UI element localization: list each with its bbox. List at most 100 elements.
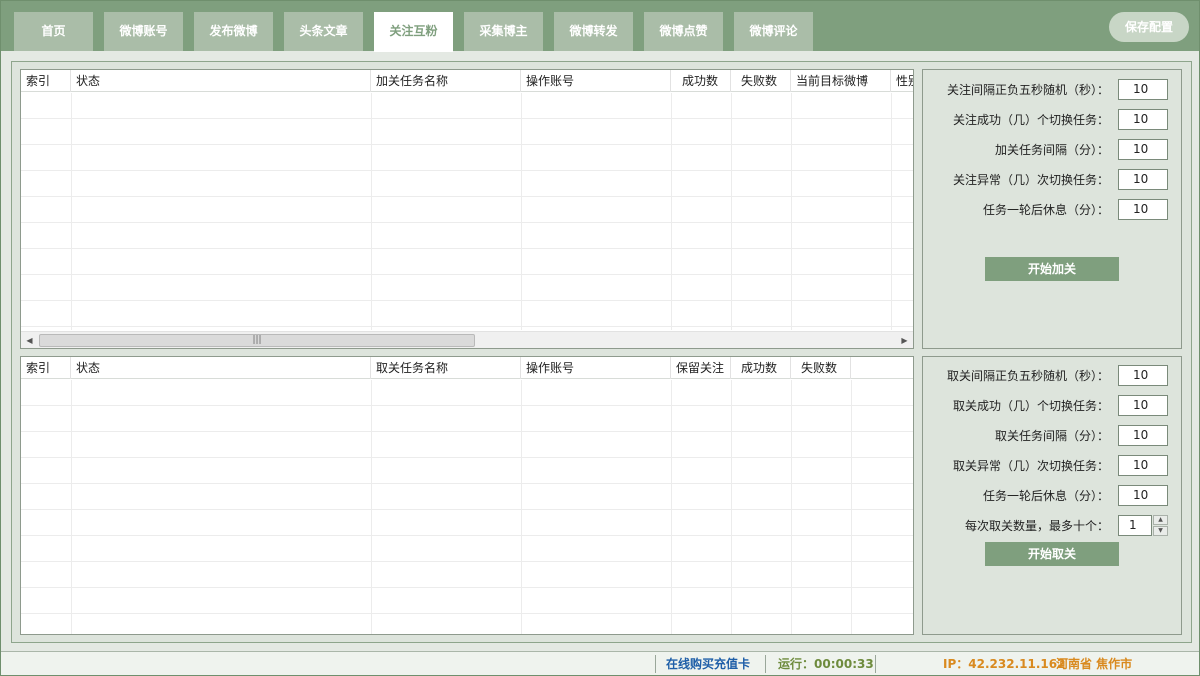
- column-header[interactable]: 保留关注: [671, 357, 731, 379]
- table-row[interactable]: [21, 588, 913, 614]
- field-label: 关注间隔正负五秒随机（秒）：: [946, 83, 1109, 97]
- column-header[interactable]: 操作账号: [521, 357, 671, 379]
- form-row: 取关间隔正负五秒随机（秒）： 10: [923, 365, 1181, 387]
- field-label: 关注成功（几）个切换任务：: [952, 113, 1109, 127]
- column-header[interactable]: 性别: [891, 70, 913, 92]
- column-header[interactable]: 状态: [71, 357, 371, 379]
- field-label: 取关成功（几）个切换任务：: [952, 399, 1109, 413]
- unfollow-settings-panel: 取关间隔正负五秒随机（秒）： 10 取关成功（几）个切换任务： 10 取关任务间…: [922, 356, 1182, 635]
- unfollow-success-switch-input[interactable]: 10: [1118, 395, 1168, 416]
- runtime-label: 运行：00:00:33: [778, 657, 874, 671]
- form-row: 任务一轮后休息（分）： 10: [923, 485, 1181, 507]
- table-row[interactable]: [21, 562, 913, 588]
- unfollow-rest-input[interactable]: 10: [1118, 485, 1168, 506]
- table-row[interactable]: [21, 93, 913, 119]
- column-header[interactable]: 成功数: [671, 70, 731, 92]
- app-window: 首页 微博账号 发布微博 头条文章 关注互粉 采集博主 微博转发 微博点赞 微博…: [0, 0, 1200, 676]
- buy-recharge-card-link[interactable]: 在线购买充值卡: [666, 652, 750, 676]
- table-row[interactable]: [21, 119, 913, 145]
- tab-publish-weibo[interactable]: 发布微博: [194, 12, 273, 51]
- column-header[interactable]: 状态: [71, 70, 371, 92]
- unfollow-grid-header: 索引 状态 取关任务名称 操作账号 保留关注 成功数 失败数: [21, 357, 913, 379]
- unfollow-task-interval-input[interactable]: 10: [1118, 425, 1168, 446]
- table-row[interactable]: [21, 458, 913, 484]
- follow-task-interval-input[interactable]: 10: [1118, 139, 1168, 160]
- column-header[interactable]: 索引: [21, 357, 71, 379]
- form-row: 取关成功（几）个切换任务： 10: [923, 395, 1181, 417]
- status-bar: 在线购买充值卡 运行：00:00:33 IP：42.232.11.162 河南省…: [1, 651, 1199, 675]
- start-follow-button[interactable]: 开始加关: [985, 257, 1119, 281]
- tab-follow-mutual[interactable]: 关注互粉: [374, 12, 453, 52]
- table-row[interactable]: [21, 275, 913, 301]
- tab-bar: 首页 微博账号 发布微博 头条文章 关注互粉 采集博主 微博转发 微博点赞 微博…: [1, 1, 1199, 52]
- column-header[interactable]: 取关任务名称: [371, 357, 521, 379]
- content-area: 索引 状态 加关任务名称 操作账号 成功数 失败数 当前目标微博 性别: [11, 61, 1192, 643]
- column-header[interactable]: 失败数: [731, 70, 791, 92]
- table-row[interactable]: [21, 145, 913, 171]
- table-row[interactable]: [21, 171, 913, 197]
- table-row[interactable]: [21, 380, 913, 406]
- table-row[interactable]: [21, 484, 913, 510]
- stepper-buttons: ▲ ▼: [1153, 515, 1168, 536]
- column-header[interactable]: 操作账号: [521, 70, 671, 92]
- tab-weibo-like[interactable]: 微博点赞: [644, 12, 723, 51]
- unfollow-count-stepper[interactable]: 1: [1118, 515, 1152, 536]
- field-label: 加关任务间隔（分）：: [994, 143, 1109, 157]
- field-label: 取关异常（几）次切换任务：: [952, 459, 1109, 473]
- column-header[interactable]: 失败数: [791, 357, 851, 379]
- tab-weibo-repost[interactable]: 微博转发: [554, 12, 633, 51]
- start-unfollow-button[interactable]: 开始取关: [985, 542, 1119, 566]
- follow-interval-input[interactable]: 10: [1118, 79, 1168, 100]
- form-row: 关注间隔正负五秒随机（秒）： 10: [923, 79, 1181, 101]
- tab-headline-articles[interactable]: 头条文章: [284, 12, 363, 51]
- horizontal-scrollbar[interactable]: ◀ ||| ▶: [21, 331, 913, 348]
- form-row: 任务一轮后休息（分）： 10: [923, 199, 1181, 221]
- stepper-down-icon[interactable]: ▼: [1153, 526, 1168, 536]
- ip-location: 河南省 焦作市: [1056, 657, 1133, 671]
- table-row[interactable]: [21, 510, 913, 536]
- follow-settings-panel: 关注间隔正负五秒随机（秒）： 10 关注成功（几）个切换任务： 10 加关任务间…: [922, 69, 1182, 349]
- table-row[interactable]: [21, 406, 913, 432]
- status-separator: [655, 655, 656, 673]
- follow-rest-input[interactable]: 10: [1118, 199, 1168, 220]
- table-row[interactable]: [21, 614, 913, 634]
- tab-weibo-comment[interactable]: 微博评论: [734, 12, 813, 51]
- follow-error-switch-input[interactable]: 10: [1118, 169, 1168, 190]
- table-row[interactable]: [21, 197, 913, 223]
- unfollow-error-switch-input[interactable]: 10: [1118, 455, 1168, 476]
- tab-home[interactable]: 首页: [14, 12, 93, 51]
- status-separator: [875, 655, 876, 673]
- column-header[interactable]: 加关任务名称: [371, 70, 521, 92]
- tab-weibo-accounts[interactable]: 微博账号: [104, 12, 183, 51]
- table-row[interactable]: [21, 223, 913, 249]
- form-row: 关注异常（几）次切换任务： 10: [923, 169, 1181, 191]
- scroll-right-icon[interactable]: ▶: [896, 332, 913, 348]
- form-row: 取关异常（几）次切换任务： 10: [923, 455, 1181, 477]
- unfollow-task-grid[interactable]: 索引 状态 取关任务名称 操作账号 保留关注 成功数 失败数: [20, 356, 914, 635]
- scroll-left-icon[interactable]: ◀: [21, 332, 38, 348]
- form-row: 取关任务间隔（分）： 10: [923, 425, 1181, 447]
- save-config-button[interactable]: 保存配置: [1109, 12, 1189, 42]
- table-row[interactable]: [21, 432, 913, 458]
- status-separator: [765, 655, 766, 673]
- stepper-up-icon[interactable]: ▲: [1153, 515, 1168, 525]
- form-row: 每次取关数量，最多十个： 1 ▲ ▼: [923, 515, 1181, 537]
- follow-task-grid[interactable]: 索引 状态 加关任务名称 操作账号 成功数 失败数 当前目标微博 性别: [20, 69, 914, 349]
- table-row[interactable]: [21, 249, 913, 275]
- scroll-thumb[interactable]: |||: [39, 334, 475, 347]
- field-label: 任务一轮后休息（分）：: [982, 203, 1109, 217]
- follow-grid-header: 索引 状态 加关任务名称 操作账号 成功数 失败数 当前目标微博 性别: [21, 70, 913, 92]
- unfollow-interval-input[interactable]: 10: [1118, 365, 1168, 386]
- table-row[interactable]: [21, 301, 913, 327]
- form-row: 加关任务间隔（分）： 10: [923, 139, 1181, 161]
- field-label: 每次取关数量，最多十个：: [964, 519, 1109, 533]
- field-label: 任务一轮后休息（分）：: [982, 489, 1109, 503]
- column-header[interactable]: 成功数: [731, 357, 791, 379]
- follow-success-switch-input[interactable]: 10: [1118, 109, 1168, 130]
- column-header[interactable]: 当前目标微博: [791, 70, 891, 92]
- field-label: 关注异常（几）次切换任务：: [952, 173, 1109, 187]
- tab-collect-bloggers[interactable]: 采集博主: [464, 12, 543, 51]
- table-row[interactable]: [21, 536, 913, 562]
- form-row: 关注成功（几）个切换任务： 10: [923, 109, 1181, 131]
- column-header[interactable]: 索引: [21, 70, 71, 92]
